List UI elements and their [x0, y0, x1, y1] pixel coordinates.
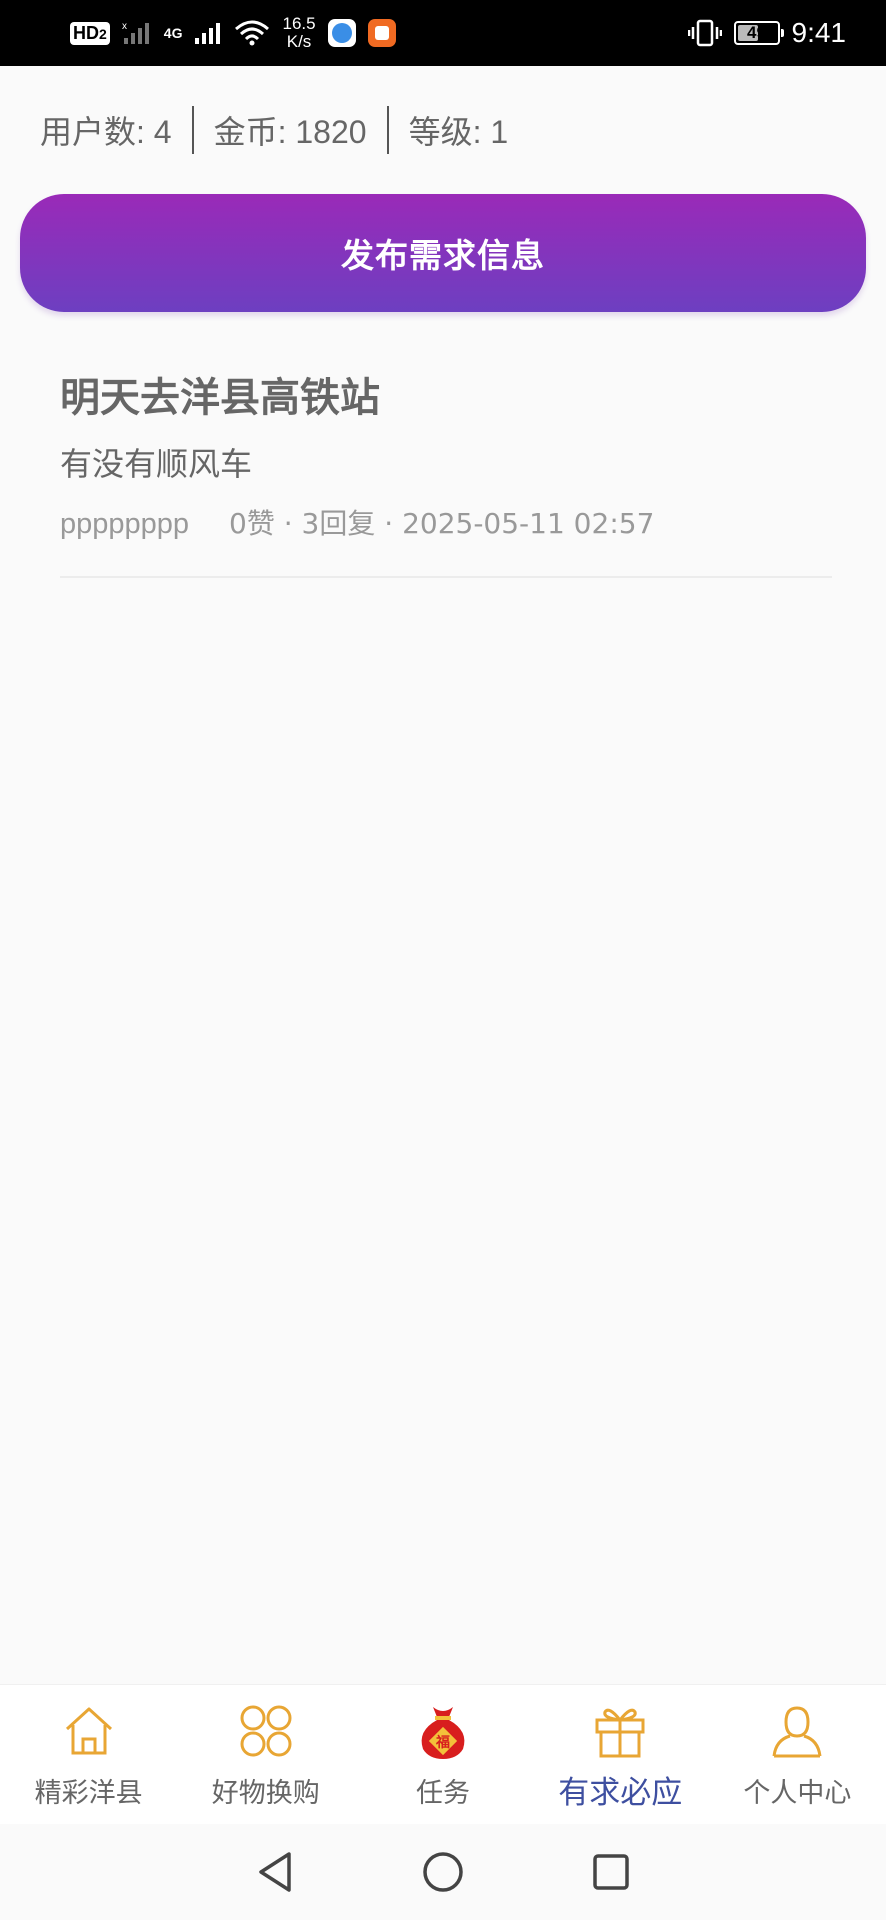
system-nav-bar: [0, 1824, 886, 1920]
divider: [386, 106, 389, 154]
battery-icon: 49: [733, 21, 784, 45]
bottom-tab-bar: 精彩洋县 好物换购 福 任务 有求必应 个人中心: [0, 1684, 886, 1824]
signal-icon: x: [122, 21, 149, 44]
publish-request-button[interactable]: 发布需求信息: [20, 194, 866, 312]
app-icon-browser: [327, 19, 356, 47]
tab-label: 任务: [416, 1778, 470, 1809]
back-icon: [259, 1852, 291, 1892]
svg-text:福: 福: [435, 1734, 450, 1751]
tab-label: 个人中心: [743, 1778, 852, 1809]
tab-youqiu-biying[interactable]: 有求必应: [532, 1685, 709, 1824]
lucky-bag-icon: 福: [413, 1701, 473, 1761]
divider: [191, 106, 194, 154]
post-body: 有没有顺风车: [60, 445, 253, 483]
signal-strong-icon: [195, 23, 221, 44]
tab-personal-center[interactable]: 个人中心: [709, 1685, 886, 1824]
home-button[interactable]: [419, 1848, 467, 1896]
hd-sub: 2: [99, 25, 107, 42]
home-circle-icon: [423, 1852, 463, 1892]
clock: 9:41: [791, 17, 847, 48]
user-stats: 用户数: 4 金币: 1820 等级: 1: [40, 104, 508, 156]
hd-badge: HD2: [70, 21, 110, 45]
tab-haowu-huangou[interactable]: 好物换购: [177, 1685, 354, 1824]
recents-button[interactable]: [587, 1848, 635, 1896]
post-title: 明天去洋县高铁站: [60, 375, 380, 421]
vibrate-icon: [687, 19, 722, 47]
hd-text: HD: [73, 22, 99, 43]
speed-value: 16.5: [282, 14, 316, 33]
user-icon: [767, 1701, 827, 1761]
network-speed: 16.5 K/s: [282, 15, 315, 51]
coin-count: 金币: 1820: [213, 114, 367, 150]
app-icon-orange: [367, 19, 396, 47]
user-level: 等级: 1: [408, 114, 509, 150]
gift-icon: [590, 1701, 650, 1761]
status-bar: HD2 x 4G 16.5 K/s 49 9:41: [0, 0, 886, 66]
post-author[interactable]: pppppppp: [60, 504, 189, 544]
post-item[interactable]: 明天去洋县高铁站 有没有顺风车 pppppppp 0赞 · 3回复 · 2025…: [60, 370, 832, 578]
network-type: 4G: [163, 25, 183, 41]
battery-percent: 49: [747, 23, 766, 42]
post-meta: pppppppp 0赞 · 3回复 · 2025-05-11 02:57: [60, 504, 832, 544]
tab-jingcai-yangxian[interactable]: 精彩洋县: [0, 1685, 177, 1824]
tab-label: 有求必应: [558, 1775, 683, 1811]
grid-icon: [236, 1701, 296, 1761]
tab-tasks[interactable]: 福 任务: [354, 1685, 531, 1824]
user-count: 用户数: 4: [40, 114, 172, 150]
home-icon: [59, 1701, 119, 1761]
post-stats: 0赞 · 3回复 · 2025-05-11 02:57: [229, 507, 655, 540]
tab-label: 好物换购: [211, 1778, 320, 1809]
svg-text:x: x: [122, 21, 127, 32]
status-right: 49 9:41: [687, 17, 847, 49]
tab-label: 精彩洋县: [34, 1778, 143, 1809]
back-button[interactable]: [251, 1848, 299, 1896]
wifi-icon: [235, 20, 270, 46]
status-left: HD2 x 4G 16.5 K/s: [70, 15, 396, 51]
recents-icon: [593, 1854, 629, 1890]
speed-unit: K/s: [286, 32, 312, 51]
